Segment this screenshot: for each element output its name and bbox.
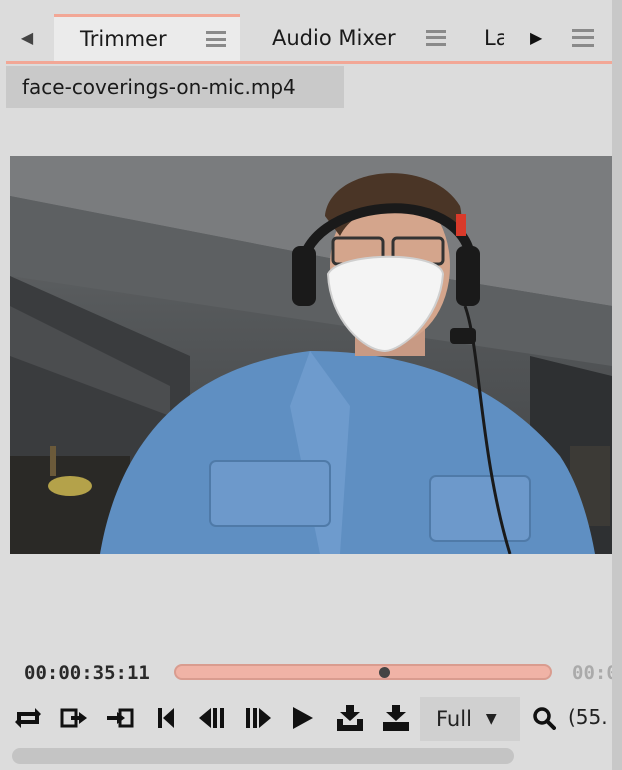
chevron-right-icon[interactable]: ▶: [530, 14, 554, 61]
video-preview[interactable]: [10, 156, 612, 554]
play-icon[interactable]: [288, 703, 316, 733]
timeline-scrubber[interactable]: [174, 664, 552, 680]
overwrite-down-icon[interactable]: [380, 703, 412, 733]
tab-bar: ◀ Trimmer Audio Mixer La ▶: [6, 14, 612, 64]
frame-back-icon[interactable]: [196, 703, 228, 733]
video-frame-image: [10, 156, 612, 554]
skip-back-icon[interactable]: [152, 703, 180, 733]
zoom-mode-value: Full: [436, 707, 472, 731]
zoom-mode-select[interactable]: Full ▼: [420, 697, 520, 741]
playhead-handle[interactable]: [379, 667, 390, 678]
panel-menu-icon[interactable]: [572, 28, 594, 47]
current-timecode[interactable]: 00:00:35:11: [24, 662, 150, 684]
panel-border: [612, 0, 622, 770]
frame-forward-icon[interactable]: [242, 703, 274, 733]
trimmer-panel: ◀ Trimmer Audio Mixer La ▶ face-covering…: [0, 0, 618, 770]
tab-label: Audio Mixer: [272, 25, 396, 50]
chevron-left-icon[interactable]: ◀: [6, 14, 48, 61]
tab-audio-mixer[interactable]: Audio Mixer: [240, 14, 460, 61]
chevron-down-icon: ▼: [485, 711, 497, 727]
hamburger-menu-icon[interactable]: [206, 31, 226, 47]
clip-filename: face-coverings-on-mic.mp4: [6, 66, 344, 108]
enter-icon[interactable]: [104, 703, 136, 733]
tab-label: Trimmer: [80, 27, 167, 51]
loop-icon[interactable]: [12, 703, 44, 733]
insert-down-icon[interactable]: [334, 703, 366, 733]
export-icon[interactable]: [58, 703, 90, 733]
horizontal-scrollbar[interactable]: [12, 748, 514, 764]
end-timecode: 00:0: [572, 662, 618, 684]
tab-trimmer[interactable]: Trimmer: [54, 14, 240, 61]
hamburger-menu-icon[interactable]: [426, 29, 446, 46]
zoom-value: (55.: [568, 705, 608, 729]
magnifier-icon[interactable]: [530, 703, 558, 733]
tab-label: La: [484, 25, 504, 50]
